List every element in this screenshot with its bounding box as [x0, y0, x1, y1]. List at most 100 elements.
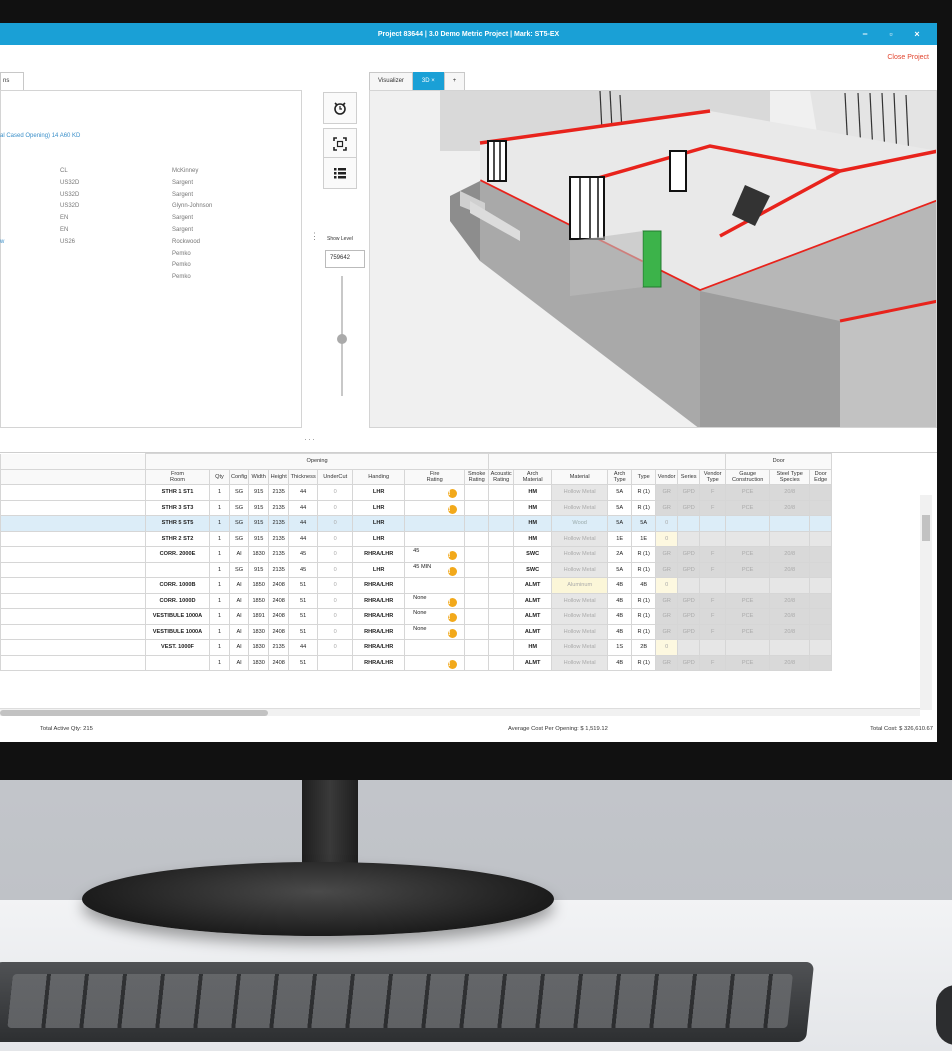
cell-acoustic[interactable] [488, 561, 515, 578]
cell-acoustic[interactable] [488, 654, 515, 671]
3d-viewport[interactable] [369, 90, 937, 428]
cell-arch-material[interactable]: ALMT [513, 608, 553, 625]
cell-fire[interactable]: ! [404, 484, 466, 501]
cell-edge[interactable] [809, 654, 833, 671]
cell-vendor[interactable]: GR [655, 546, 679, 563]
cell-fire[interactable]: None! [404, 608, 466, 625]
column-header[interactable]: Smoke Rating [464, 468, 490, 485]
panel-resize-handle[interactable]: ⋮ [310, 232, 319, 241]
cell-thickness[interactable]: 44 [288, 639, 319, 656]
hardware-lead-text[interactable]: w [0, 239, 4, 245]
cell-width[interactable]: 1830 [248, 654, 270, 671]
cell-handing[interactable]: RHRA/LHR [352, 592, 406, 609]
cell-type[interactable]: R (1) [631, 546, 657, 563]
cell-vendor[interactable]: 0 [655, 639, 679, 656]
cell-height[interactable]: 2135 [268, 515, 290, 532]
cell-qty[interactable]: 1 [209, 623, 230, 640]
table-row[interactable]: STHR 1 ST1 1 SG 915 2135 44 0 LHR! HM Hollow Meta… [0, 484, 833, 501]
cell-steel[interactable]: 20/8 [769, 484, 811, 501]
column-header[interactable]: Qty [209, 468, 230, 485]
column-header[interactable]: Door Edge [809, 468, 833, 485]
cell-series[interactable]: GPD [677, 608, 701, 625]
column-header[interactable]: Acoustic Rating [488, 468, 515, 485]
row-indicator[interactable] [0, 639, 146, 656]
cell-thickness[interactable]: 51 [288, 592, 319, 609]
cell-thickness[interactable]: 45 [288, 546, 319, 563]
column-header[interactable]: Material [551, 468, 609, 485]
cell-vendor[interactable]: GR [655, 484, 679, 501]
cell-arch-type[interactable]: 5A [607, 515, 633, 532]
cell-gauge[interactable]: PCE [725, 608, 771, 625]
table-row[interactable]: 1 AI 1830 2408 51 RHRA/LHR! ALMT Hollow Metal 4B… [0, 654, 833, 671]
cell-undercut[interactable]: 0 [317, 515, 354, 532]
row-indicator[interactable] [0, 592, 146, 609]
cell-vendor[interactable]: GR [655, 654, 679, 671]
cell-qty[interactable]: 1 [209, 577, 230, 594]
cell-config[interactable]: AI [228, 577, 250, 594]
cell-config[interactable]: AI [228, 623, 250, 640]
cell-handing[interactable]: RHRA/LHR [352, 639, 406, 656]
cell-gauge[interactable] [725, 577, 771, 594]
cell-undercut[interactable]: 0 [317, 623, 354, 640]
cell-thickness[interactable]: 51 [288, 623, 319, 640]
cell-type[interactable]: R (1) [631, 484, 657, 501]
cell-steel[interactable]: 20/8 [769, 623, 811, 640]
cell-acoustic[interactable] [488, 577, 515, 594]
column-header[interactable]: Series [677, 468, 701, 485]
column-header[interactable]: Arch Material [513, 468, 553, 485]
cell-thickness[interactable]: 51 [288, 577, 319, 594]
cell-from-room[interactable]: VESTIBULE 1000A [145, 623, 210, 640]
row-indicator[interactable] [0, 530, 146, 547]
cell-steel[interactable] [769, 639, 811, 656]
table-row[interactable]: STHR 5 ST5 1 SG 915 2135 44 0 LHR HM Wood 5A 5A 0 [0, 515, 833, 532]
cell-fire[interactable]: ! [404, 499, 466, 516]
warning-icon[interactable]: ! [448, 613, 458, 623]
cell-thickness[interactable]: 51 [288, 654, 319, 671]
cell-series[interactable] [677, 577, 701, 594]
cell-from-room[interactable]: STHR 1 ST1 [145, 484, 210, 501]
cell-steel[interactable] [769, 530, 811, 547]
cell-vendor-type[interactable]: F [699, 623, 727, 640]
row-indicator[interactable] [0, 654, 146, 671]
cell-material[interactable]: Wood [551, 515, 609, 532]
cell-edge[interactable] [809, 592, 833, 609]
cell-series[interactable]: GPD [677, 623, 701, 640]
cell-type[interactable]: R (1) [631, 608, 657, 625]
cell-material[interactable]: Hollow Metal [551, 561, 609, 578]
cell-height[interactable]: 2135 [268, 484, 290, 501]
cell-edge[interactable] [809, 639, 833, 656]
cell-undercut[interactable]: 0 [317, 484, 354, 501]
cell-acoustic[interactable] [488, 530, 515, 547]
cell-arch-material[interactable]: HM [513, 639, 553, 656]
cell-series[interactable]: GPD [677, 499, 701, 516]
cell-from-room[interactable] [145, 561, 210, 578]
opening-description-link[interactable]: al Cased Opening) 14 A60 KD [0, 133, 80, 139]
column-header[interactable]: Arch Type [607, 468, 633, 485]
cell-vendor[interactable]: 0 [655, 577, 679, 594]
cell-fire[interactable] [404, 639, 466, 656]
warning-icon[interactable]: ! [448, 566, 458, 576]
table-row[interactable]: CORR. 1000D 1 AI 1850 2408 51 0 RHRA/LHR None! AL… [0, 592, 833, 609]
cell-qty[interactable]: 1 [209, 592, 230, 609]
cell-vendor-type[interactable]: F [699, 546, 727, 563]
cell-vendor-type[interactable]: F [699, 608, 727, 625]
tab-visualizer[interactable]: Visualizer [369, 72, 413, 90]
cell-steel[interactable]: 20/8 [769, 499, 811, 516]
cell-width[interactable]: 1830 [248, 639, 270, 656]
table-row[interactable]: CORR. 2000E 1 AI 1830 2135 45 0 RHRA/LHR 45! SWC H… [0, 546, 833, 563]
add-tab-button[interactable]: + [443, 72, 466, 90]
cell-handing[interactable]: LHR [352, 499, 406, 516]
cell-acoustic[interactable] [488, 484, 515, 501]
warning-icon[interactable]: ! [448, 659, 458, 669]
cell-vendor-type[interactable] [699, 639, 727, 656]
cell-thickness[interactable]: 44 [288, 530, 319, 547]
cell-type[interactable]: 2B [631, 639, 657, 656]
cell-series[interactable] [677, 515, 701, 532]
warning-icon[interactable]: ! [448, 628, 458, 638]
cell-handing[interactable]: LHR [352, 530, 406, 547]
cell-gauge[interactable]: PCE [725, 592, 771, 609]
cell-smoke[interactable] [464, 530, 490, 547]
cell-undercut[interactable]: 0 [317, 577, 354, 594]
column-header[interactable]: Type [631, 468, 657, 485]
cell-arch-type[interactable]: 4B [607, 577, 633, 594]
